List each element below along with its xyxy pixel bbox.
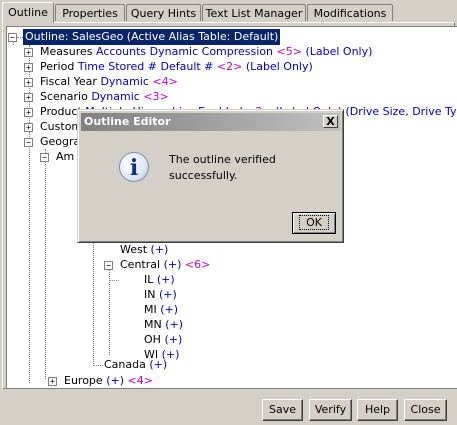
tab-outline[interactable]: Outline bbox=[2, 2, 54, 23]
tree-item-west-name: West bbox=[120, 243, 148, 256]
tree-item-west-props: (+) bbox=[150, 243, 169, 256]
expand-icon[interactable]: + bbox=[48, 377, 57, 386]
tab-modifications-label: Modifications bbox=[313, 7, 387, 20]
tree-item-measures-extra: (Label Only) bbox=[305, 45, 373, 58]
tree-item-europe-name: Europe bbox=[64, 374, 103, 387]
save-button[interactable]: Save bbox=[262, 399, 303, 421]
dialog-message: The outline verified successfully. bbox=[169, 153, 276, 182]
tree-item-americas-name: Am bbox=[56, 150, 75, 163]
tree-item-central-props: (+) bbox=[163, 258, 182, 271]
tab-properties[interactable]: Properties bbox=[55, 4, 125, 21]
tree-line bbox=[109, 280, 119, 281]
help-button-label: Help bbox=[364, 403, 391, 416]
tab-properties-label: Properties bbox=[62, 7, 118, 20]
tree-item-canada-props: (+) bbox=[149, 358, 168, 371]
expand-icon[interactable]: + bbox=[24, 123, 33, 132]
outline-editor-dialog: Outline Editor X i The outline verified … bbox=[77, 109, 344, 243]
tree-item-state-name: IN bbox=[144, 288, 156, 301]
tree-line bbox=[29, 123, 30, 383]
tree-item-canada-name: Canada bbox=[104, 358, 146, 371]
tree-item-period-props: Time Stored # Default # bbox=[77, 60, 214, 73]
info-icon: i bbox=[119, 152, 149, 182]
collapse-icon[interactable]: − bbox=[24, 138, 33, 147]
collapse-icon[interactable]: − bbox=[8, 33, 17, 42]
tree-root-label: Outline: SalesGeo (Active Alias Table: D… bbox=[23, 29, 281, 45]
dialog-title: Outline Editor bbox=[84, 115, 171, 128]
close-button[interactable]: Close bbox=[404, 399, 447, 421]
ok-button-label: OK bbox=[306, 216, 322, 229]
tab-text-list-manager-label: Text List Manager bbox=[205, 7, 303, 20]
tree-item-fiscal-year-name: Fiscal Year bbox=[40, 75, 97, 88]
tree-item-fiscal-year-props: Dynamic bbox=[100, 75, 149, 88]
tree-item-state-name: MI bbox=[144, 303, 157, 316]
tree-line bbox=[109, 265, 110, 355]
expand-icon[interactable]: + bbox=[24, 48, 33, 57]
verify-button-label: Verify bbox=[314, 403, 347, 416]
tree-item-period-name: Period bbox=[40, 60, 75, 73]
tree-item-measures-name: Measures bbox=[40, 45, 93, 58]
tree-item-state-props: (+) bbox=[156, 273, 175, 286]
tree-item-period-extra: (Label Only) bbox=[245, 60, 313, 73]
close-button-label: Close bbox=[410, 403, 441, 416]
tree-item-state-name: MN bbox=[144, 318, 162, 331]
tree-item-central-name: Central bbox=[120, 258, 161, 271]
tab-query-hints[interactable]: Query Hints bbox=[126, 4, 201, 21]
tree-item-state-props: (+) bbox=[158, 288, 177, 301]
tab-modifications[interactable]: Modifications bbox=[307, 4, 393, 21]
tree-item-customer-name: Custom bbox=[40, 120, 83, 133]
tree-item-measures-count: <5> bbox=[276, 45, 302, 58]
tree-line bbox=[93, 365, 103, 366]
tree-item-state-props: (+) bbox=[164, 333, 183, 346]
tree-item-europe-props: (+) bbox=[106, 374, 124, 387]
tree-item-measures-props: Accounts Dynamic Compression bbox=[95, 45, 274, 58]
tree-item-state-name: IL bbox=[144, 273, 154, 286]
collapse-icon[interactable]: − bbox=[104, 261, 113, 270]
expand-icon[interactable]: + bbox=[24, 63, 33, 72]
verify-button[interactable]: Verify bbox=[309, 399, 352, 421]
expand-icon[interactable]: + bbox=[24, 78, 33, 87]
collapse-icon[interactable]: − bbox=[40, 153, 49, 162]
help-button[interactable]: Help bbox=[357, 399, 398, 421]
expand-icon[interactable]: + bbox=[24, 93, 33, 102]
tree-item-scenario-name: Scenario bbox=[40, 90, 88, 103]
ok-button[interactable]: OK bbox=[292, 212, 336, 234]
tree-item-state-props: (+) bbox=[160, 303, 179, 316]
dialog-close-icon[interactable]: X bbox=[323, 115, 338, 128]
info-icon-glyph: i bbox=[129, 155, 139, 181]
tab-bar: Outline Properties Query Hints Text List… bbox=[2, 2, 457, 23]
tab-outline-label: Outline bbox=[8, 6, 48, 19]
tab-query-hints-label: Query Hints bbox=[130, 7, 197, 20]
tree-item-scenario-count: <3> bbox=[143, 90, 169, 103]
dialog-title-bar[interactable]: Outline Editor X bbox=[81, 113, 340, 131]
save-button-label: Save bbox=[268, 403, 296, 416]
tree-item-fiscal-year-count: <4> bbox=[152, 75, 178, 88]
tree-item-scenario-props: Dynamic bbox=[91, 90, 140, 103]
tree-item-period-count: <2> bbox=[216, 60, 243, 73]
tree-item-central-count: <6> bbox=[184, 258, 211, 271]
tree-item-state-props: (+) bbox=[165, 318, 184, 331]
tree-item-state-name: OH bbox=[144, 333, 161, 346]
tab-text-list-manager[interactable]: Text List Manager bbox=[202, 4, 306, 21]
tree-line bbox=[45, 149, 46, 379]
tree-item-product-name: Product bbox=[40, 105, 82, 118]
dialog-close-glyph: X bbox=[326, 115, 335, 128]
tree-item-europe-count: <4> bbox=[127, 374, 153, 387]
tree-line bbox=[93, 242, 94, 364]
expand-icon[interactable]: + bbox=[24, 108, 33, 117]
